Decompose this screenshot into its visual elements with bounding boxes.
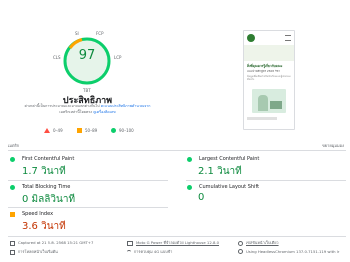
metric-tbt: Total Blocking Time — [10, 184, 70, 190]
footer-browser-text: Using HeadlessChromium 137.0.7151.119 wi… — [246, 249, 340, 254]
thumbnail-laptop — [270, 101, 282, 109]
metrics-header-label: เมตริก — [8, 143, 20, 148]
row-divider-3 — [8, 207, 168, 208]
gauge-label-cls: CLS — [53, 55, 61, 60]
pass-dot-icon — [10, 184, 15, 190]
footer-load-text: การโหลดหน้าเว็บเริ่มต้น — [18, 249, 58, 254]
metric-lcp-value: 2.1 วินาที — [198, 166, 242, 177]
thumbnail-banner — [244, 45, 294, 61]
hourglass-icon — [10, 249, 15, 255]
legend-fail: 0–49 — [44, 128, 63, 133]
legend-fail-label: 0–49 — [53, 128, 63, 133]
metric-lcp-label: Largest Contentful Paint — [199, 156, 260, 162]
footer-load: การโหลดหน้าเว็บเริ่มต้น — [10, 249, 58, 255]
session-icon — [238, 240, 243, 246]
metric-cls-value: 0 — [198, 192, 205, 203]
row-divider-2 — [186, 180, 346, 181]
pass-dot-icon — [10, 156, 15, 162]
metric-cls-label: Cumulative Layout Shift — [199, 184, 260, 190]
page-screenshot-thumbnail[interactable]: สิ่งที่คุณควรรู้เกี่ยวกับคณะ แนะนำหลักสู… — [243, 30, 295, 130]
metrics-divider — [8, 150, 346, 151]
footer-browser: Using HeadlessChromium 137.0.7151.119 wi… — [238, 249, 339, 254]
menu-icon — [285, 35, 291, 41]
footer-throttle-text: การควบคุม 4G แบบช้า — [134, 249, 173, 254]
thumbnail-person — [258, 95, 268, 111]
expand-view-toggle[interactable]: ขยายมุมมอง — [322, 143, 344, 148]
circle-icon — [111, 128, 116, 133]
footer-device: Moto G Power ที่จำลองด้วย Lighthouse 12.… — [127, 240, 219, 246]
triangle-icon — [44, 128, 50, 133]
description-text-1: ค่าเหล่านี้เป็นการประมาณและอาจแตกต่างกัน… — [24, 104, 100, 108]
footer-captured-text: Captured at 21 ก.ค. 2568 15:21 GMT+7 — [18, 240, 94, 245]
gauge-label-fcp: FCP — [96, 31, 104, 36]
square-icon — [77, 128, 82, 133]
thumbnail-header — [244, 31, 294, 45]
metric-si: Speed Index — [10, 211, 53, 217]
description-text-2: เมตริกเหล่านี้โดยตรง — [59, 109, 93, 114]
wifi-icon — [127, 250, 131, 254]
metric-fcp-label: First Contentful Paint — [22, 156, 75, 162]
footer-captured: Captured at 21 ก.ค. 2568 15:21 GMT+7 — [10, 240, 93, 246]
metric-si-label: Speed Index — [22, 211, 54, 217]
footer-throttle: การควบคุม 4G แบบช้า — [127, 249, 172, 255]
device-icon — [127, 240, 133, 246]
footer-divider — [8, 236, 346, 237]
description-link-1[interactable]: คะแนนประสิทธิภาพคำนวณจาก — [101, 104, 151, 108]
legend-average: 50–89 — [77, 128, 97, 133]
metric-cls: Cumulative Layout Shift — [187, 184, 259, 190]
metric-fcp: First Contentful Paint — [10, 156, 74, 162]
row-divider-1 — [8, 180, 168, 181]
metric-si-value: 3.6 วินาที — [22, 221, 66, 232]
thumbnail-logo — [247, 34, 255, 42]
legend-average-label: 50–89 — [85, 128, 98, 133]
score-description: ค่าเหล่านี้เป็นการประมาณและอาจแตกต่างกัน… — [20, 104, 155, 115]
score-value: 97 — [78, 48, 96, 63]
gauge-label-lcp: LCP — [114, 55, 122, 60]
metric-tbt-value: 0 มิลลิวินาที — [22, 194, 76, 205]
footer-session-text: เซสชันหน้าเว็บเดียว — [246, 240, 279, 245]
pass-dot-icon — [187, 184, 192, 190]
metric-fcp-value: 1.7 วินาที — [22, 166, 66, 177]
performance-gauge — [56, 34, 118, 96]
average-square-icon — [10, 211, 15, 217]
thumbnail-sub: แนะนำหลักสูตร 2568 วิชา — [247, 69, 280, 73]
metric-lcp: Largest Contentful Paint — [187, 156, 259, 162]
chrome-icon — [238, 249, 243, 254]
footer-session: เซสชันหน้าเว็บเดียว — [238, 240, 279, 246]
metric-tbt-label: Total Blocking Time — [22, 184, 71, 190]
thumbnail-footer-bar — [247, 117, 277, 120]
thumbnail-image — [252, 89, 286, 113]
legend-pass: 90–100 — [111, 128, 134, 133]
pass-dot-icon — [187, 156, 192, 162]
footer-device-text: Moto G Power ที่จำลองด้วย Lighthouse 12.… — [136, 240, 220, 245]
gauge-label-si: SI — [75, 31, 79, 36]
legend-pass-label: 90–100 — [119, 128, 134, 133]
calendar-icon — [10, 240, 15, 246]
thumbnail-para: ข้อมูลเพิ่มเติมสำหรับนักเรียนและผู้ปกครอ… — [247, 75, 291, 81]
description-link-2[interactable]: ดูเครื่องคิดเลข — [93, 110, 115, 114]
